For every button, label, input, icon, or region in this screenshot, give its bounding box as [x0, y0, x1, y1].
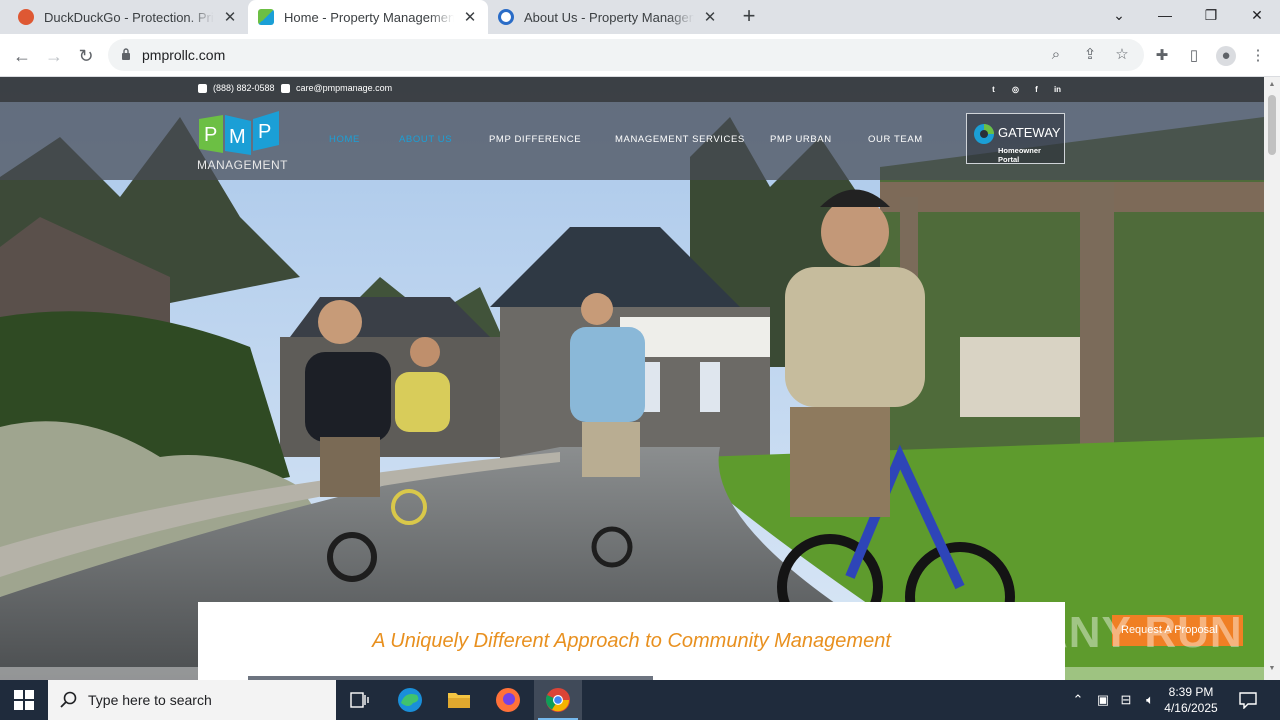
scroll-down-arrow-icon[interactable]: ▼ [1268, 665, 1276, 672]
notification-icon[interactable] [1238, 691, 1258, 709]
lock-icon [122, 48, 130, 60]
close-icon[interactable]: ✕ [702, 8, 718, 26]
profile-avatar-icon[interactable]: ● [1216, 46, 1236, 66]
anyrun-watermark: ANY RUN [1036, 608, 1243, 657]
taskbar-search-box[interactable]: Type here to search [48, 680, 336, 720]
restore-button[interactable]: ❐ [1188, 0, 1234, 34]
folder-icon [448, 693, 470, 708]
nav-home[interactable]: HOME [329, 134, 360, 145]
instagram-icon[interactable]: ◎ [1010, 84, 1021, 95]
gateway-subtitle: Homeowner Portal [998, 146, 1041, 164]
nav-pmp-difference[interactable]: PMP DIFFERENCE [489, 134, 581, 145]
phone-number[interactable]: (888) 882-0588 [213, 83, 275, 93]
windows-logo-icon [14, 690, 34, 710]
logo-letter-p1: P [204, 124, 217, 146]
close-icon[interactable]: ✕ [222, 8, 238, 26]
pmp-logo[interactable]: P M P MANAGEMENT [197, 109, 288, 173]
url-text[interactable]: pmprollc.com [142, 47, 225, 63]
nav-management-services[interactable]: MANAGEMENT SERVICES [615, 134, 745, 145]
tab-title: About Us - Property Management PMP [524, 9, 694, 25]
tab-duckduckgo[interactable]: DuckDuckGo - Protection. Privacy. Peace … [8, 0, 248, 34]
tab-strip: DuckDuckGo - Protection. Privacy. Peace … [0, 0, 1280, 34]
task-view-button[interactable] [336, 680, 384, 720]
duckduckgo-icon [18, 9, 34, 25]
firefox-icon [496, 688, 520, 712]
logo-wordmark: MANAGEMENT [197, 158, 289, 172]
scroll-up-arrow-icon[interactable]: ▲ [1268, 81, 1276, 88]
logo-letter-p2: P [258, 121, 271, 143]
taskbar-file-explorer[interactable] [435, 680, 483, 720]
gateway-title: GATEWAY [998, 125, 1061, 140]
edge-icon [398, 688, 422, 712]
site-navbar: P M P MANAGEMENT HOME ABOUT US PMP DIFFE… [0, 102, 1264, 180]
minimize-button[interactable]: — [1142, 0, 1188, 34]
email-contact[interactable]: care@pmpmanage.com [281, 83, 392, 93]
tab-home[interactable]: Home - Property Management PMP ✕ [248, 0, 488, 34]
scrollbar-thumb[interactable] [1268, 95, 1276, 155]
pmp-favicon [258, 9, 274, 25]
facebook-icon[interactable]: f [1031, 84, 1042, 95]
phone-icon [198, 83, 207, 93]
email-icon [281, 83, 290, 93]
reload-button[interactable]: ↻ [72, 42, 100, 70]
loading-icon [498, 9, 514, 25]
clock-date: 4/16/2025 [1164, 701, 1218, 715]
email-address[interactable]: care@pmpmanage.com [296, 83, 392, 93]
nav-about-us[interactable]: ABOUT US [399, 134, 452, 145]
contact-bar: (888) 882-0588 care@pmpmanage.com t ◎ f … [0, 77, 1264, 102]
extensions-icon[interactable]: ✚ [1152, 46, 1172, 66]
volume-icon[interactable]: 🔈︎ [1142, 692, 1158, 708]
taskbar-chrome[interactable] [534, 680, 582, 720]
forward-button[interactable]: → [40, 42, 68, 70]
pmp-logo-mark: P M P [199, 111, 279, 155]
logo-letter-m: M [229, 126, 246, 148]
intro-card: A Uniquely Different Approach to Communi… [198, 602, 1065, 680]
taskbar-clock[interactable]: 8:39 PM 4/16/2025 [1160, 684, 1222, 716]
new-tab-button[interactable]: + [736, 4, 762, 30]
search-icon [60, 691, 77, 708]
gateway-logo-icon [974, 124, 994, 144]
chrome-icon [545, 688, 570, 712]
close-window-button[interactable]: ✕ [1234, 0, 1280, 34]
gateway-portal-button[interactable]: GATEWAY Homeowner Portal [966, 113, 1065, 164]
nav-our-team[interactable]: OUR TEAM [868, 134, 923, 145]
task-view-icon [350, 692, 369, 708]
tab-search-chevron-icon[interactable]: ⌄ [1096, 0, 1142, 34]
page-headline: A Uniquely Different Approach to Communi… [372, 630, 891, 652]
side-panel-icon[interactable]: ▯ [1184, 46, 1204, 66]
tab-about[interactable]: About Us - Property Management PMP ✕ [488, 0, 728, 34]
zoom-icon[interactable]: ⌕ [1046, 45, 1066, 65]
close-icon[interactable]: ✕ [462, 8, 478, 26]
taskbar-edge[interactable] [386, 680, 434, 720]
search-placeholder: Type here to search [88, 692, 212, 708]
start-button[interactable] [0, 680, 48, 720]
device-icon[interactable]: ▣ [1095, 692, 1111, 708]
twitter-icon[interactable]: t [988, 84, 999, 95]
tab-title: DuckDuckGo - Protection. Privacy. Peace … [44, 9, 214, 25]
menu-kebab-icon[interactable]: ⋮ [1248, 46, 1268, 66]
network-icon[interactable]: ⊟ [1118, 692, 1134, 708]
phone-contact[interactable]: (888) 882-0588 [198, 83, 275, 93]
nav-pmp-urban[interactable]: PMP URBAN [770, 134, 832, 145]
taskbar-firefox[interactable] [484, 680, 532, 720]
share-icon[interactable]: ⇪ [1080, 45, 1100, 65]
bookmark-star-icon[interactable]: ☆ [1112, 45, 1132, 65]
linkedin-icon[interactable]: in [1052, 84, 1063, 95]
clock-time: 8:39 PM [1168, 685, 1214, 699]
page-scrollbar[interactable]: ▲ ▼ [1264, 77, 1280, 680]
back-button[interactable]: ← [8, 42, 36, 70]
page-viewport: (888) 882-0588 care@pmpmanage.com t ◎ f … [0, 77, 1264, 680]
tab-title: Home - Property Management PMP [284, 9, 454, 25]
address-bar[interactable]: pmprollc.com ⌕ ⇪ ☆ [108, 39, 1144, 71]
browser-toolbar: ← → ↻ pmprollc.com ⌕ ⇪ ☆ ✚ ▯ ● ⋮ [0, 34, 1280, 77]
tray-overflow-chevron-icon[interactable]: ⌃ [1070, 692, 1086, 708]
windows-taskbar: Type here to search ⌃ ▣ ⊟ 🔈︎ 8:39 PM 4/1… [0, 680, 1280, 720]
